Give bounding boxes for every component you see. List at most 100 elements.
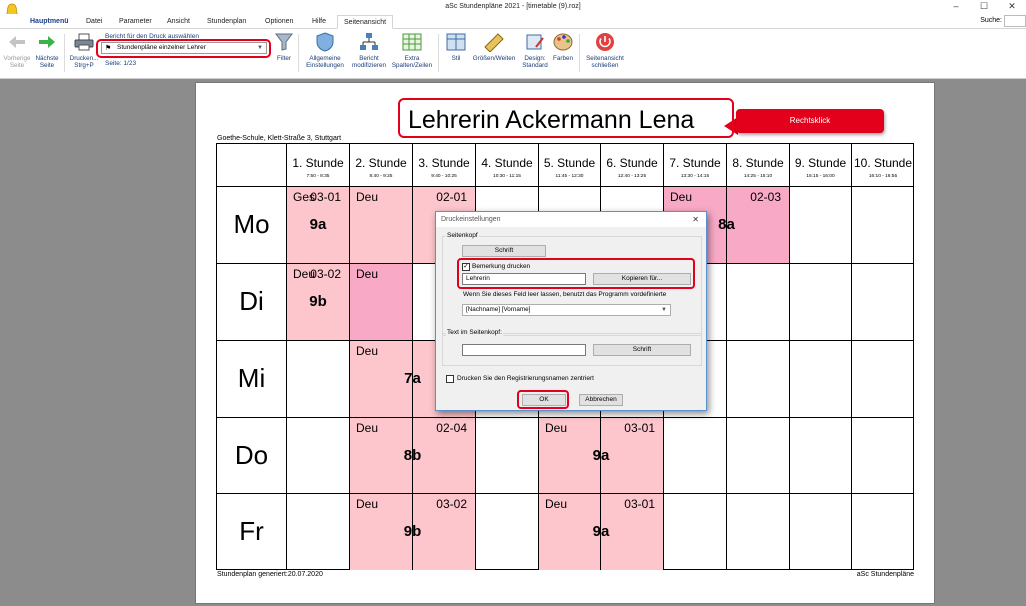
remark-highlight [457, 258, 695, 289]
footer-brand: aSc Stundenpläne [856, 571, 914, 578]
menu-bar: Hauptmenü Datei Parameter Ansicht Stunde… [0, 14, 1026, 29]
colors-label: Farben [553, 55, 573, 62]
period-header: 9. Stunde 15:15 - 16:00 [789, 143, 851, 186]
modify-report-button[interactable]: Bericht modifizieren [348, 32, 390, 69]
name-format-select[interactable]: [Nachname] [Vorname] ▼ [462, 304, 671, 316]
grid-column-line [789, 186, 790, 570]
grid-column-line [851, 186, 852, 570]
font-button[interactable]: Schrift [462, 245, 546, 257]
lesson-subject: Deu [356, 190, 379, 204]
sizes-label: Größen/Weiten [472, 55, 516, 62]
filter-button[interactable]: Filter [271, 32, 297, 62]
font-button-2[interactable]: Schrift [593, 344, 691, 356]
previous-page-button[interactable]: Vorherige Seite [2, 32, 32, 69]
design-button[interactable]: Design: Standard [520, 32, 550, 69]
extra-columns-button[interactable]: Extra Spalten/Zeilen [390, 32, 434, 69]
tab-parameter[interactable]: Parameter [113, 15, 158, 29]
lesson-card[interactable]: Deu [350, 264, 412, 340]
print-label: Drucken... Strg+P [69, 55, 99, 69]
period-time: 11:45 - 12:30 [555, 174, 584, 179]
filter-label: Filter [277, 55, 291, 62]
style-grid-icon [446, 33, 466, 51]
header-text-input[interactable] [462, 344, 586, 356]
lesson-card[interactable]: Deu 03-01 9a [539, 494, 663, 570]
name-format-value: [Nachname] [Vorname] [466, 306, 531, 313]
minimize-button[interactable]: – [942, 0, 970, 14]
tab-hilfe[interactable]: Hilfe [306, 15, 332, 29]
tab-hauptmenu[interactable]: Hauptmenü [24, 15, 75, 29]
period-header: 2. Stunde 8:40 - 9:25 [349, 143, 412, 186]
style-button[interactable]: Stil [443, 32, 469, 62]
day-label: Do [234, 440, 269, 470]
lesson-card[interactable]: Deu03-029b [287, 264, 349, 340]
period-name: 6. Stunde [606, 156, 658, 170]
period-name: 9. Stunde [794, 156, 847, 170]
lesson-card[interactable]: Deu 03-01 9a [539, 418, 663, 493]
period-header: 10. Stunde 16:10 - 16:55 [851, 143, 914, 186]
lesson-subject: Deu [545, 421, 568, 435]
lesson-class: 9a [592, 447, 610, 464]
period-name: 8. Stunde [732, 156, 784, 170]
hierarchy-icon [360, 33, 378, 50]
power-icon [596, 33, 614, 51]
title-bar: aSc Stundenpläne 2021 - [timetable (9).r… [0, 0, 1026, 14]
next-page-button[interactable]: Nächste Seite [33, 32, 61, 69]
period-time: 16:10 - 16:55 [868, 174, 898, 179]
arrow-right-icon [39, 36, 55, 48]
maximize-button[interactable]: ☐ [970, 0, 998, 14]
period-name: 5. Stunde [543, 156, 596, 170]
sizes-button[interactable]: Größen/Weiten [469, 32, 519, 62]
lesson-room: 02-04 [436, 421, 467, 435]
lesson-room: 03-01 [624, 421, 655, 435]
close-icon[interactable]: ✕ [692, 212, 699, 227]
period-time: 7:50 - 8:35 [306, 174, 330, 179]
period-header: 6. Stunde 12:40 - 13:25 [600, 143, 663, 186]
tab-seitenansicht[interactable]: Seitenansicht [337, 15, 394, 29]
chevron-down-icon: ▼ [661, 307, 667, 313]
generated-date: Stundenplan generiert:20.07.2020 [217, 571, 323, 578]
lesson-class: 9a [592, 523, 610, 540]
period-header: 5. Stunde 11:45 - 12:30 [538, 143, 600, 186]
window-title: aSc Stundenpläne 2021 - [timetable (9).r… [445, 3, 581, 10]
close-window-button[interactable]: ✕ [998, 0, 1026, 14]
tab-ansicht[interactable]: Ansicht [161, 15, 196, 29]
lesson-subject: Deu [356, 421, 379, 435]
grid-row-line [216, 417, 914, 418]
table-grid-icon [402, 33, 422, 51]
period-time: 12:40 - 13:25 [617, 174, 647, 179]
ribbon-toolbar: Vorherige Seite Nächste Seite Drucken...… [0, 29, 1026, 79]
cancel-button[interactable]: Abbrechen [579, 394, 623, 406]
tab-optionen[interactable]: Optionen [259, 15, 299, 29]
ok-highlight [517, 390, 569, 409]
style-label: Stil [451, 55, 461, 62]
close-preview-label: Seitenansicht schließen [586, 55, 624, 69]
day-label: Mo [233, 209, 270, 239]
period-time: 10:30 - 11:15 [493, 174, 521, 179]
lesson-card[interactable]: Ges 03-01 9a [287, 187, 349, 263]
lesson-subject: Deu [356, 497, 379, 511]
previous-page-label: Vorherige Seite [3, 55, 31, 69]
lesson-room: 03-01 [624, 497, 655, 511]
period-time: 13:30 - 14:15 [680, 174, 710, 179]
period-name: 3. Stunde [418, 156, 470, 170]
colors-button[interactable]: Farben [550, 32, 576, 62]
lesson-room: 02-01 [436, 190, 467, 204]
search-input[interactable] [1004, 15, 1026, 27]
center-registration-checkbox[interactable] [446, 375, 454, 383]
design-icon [526, 34, 544, 50]
school-address: Goethe-Schule, Klett-Straße 3, Stuttgart [217, 135, 342, 142]
tab-datei[interactable]: Datei [80, 15, 108, 29]
hint-text: Wenn Sie dieses Feld leer lassen, benutz… [463, 291, 667, 298]
palette-icon [553, 33, 573, 51]
lesson-room: 03-01 [310, 190, 341, 204]
grid-row-line [216, 186, 914, 187]
lesson-class: 9b [309, 293, 327, 310]
ribbon-separator [438, 34, 439, 72]
lesson-subject: Deu [356, 267, 379, 281]
close-preview-button[interactable]: Seitenansicht schließen [583, 32, 627, 69]
tab-stundenplan[interactable]: Stundenplan [201, 15, 252, 29]
period-header: 1. Stunde 7:50 - 8:35 [286, 143, 349, 186]
period-name: 1. Stunde [292, 156, 344, 170]
general-settings-button[interactable]: Allgemeine Einstellungen [302, 32, 348, 69]
right-click-callout: Rechtsklick [736, 109, 884, 133]
